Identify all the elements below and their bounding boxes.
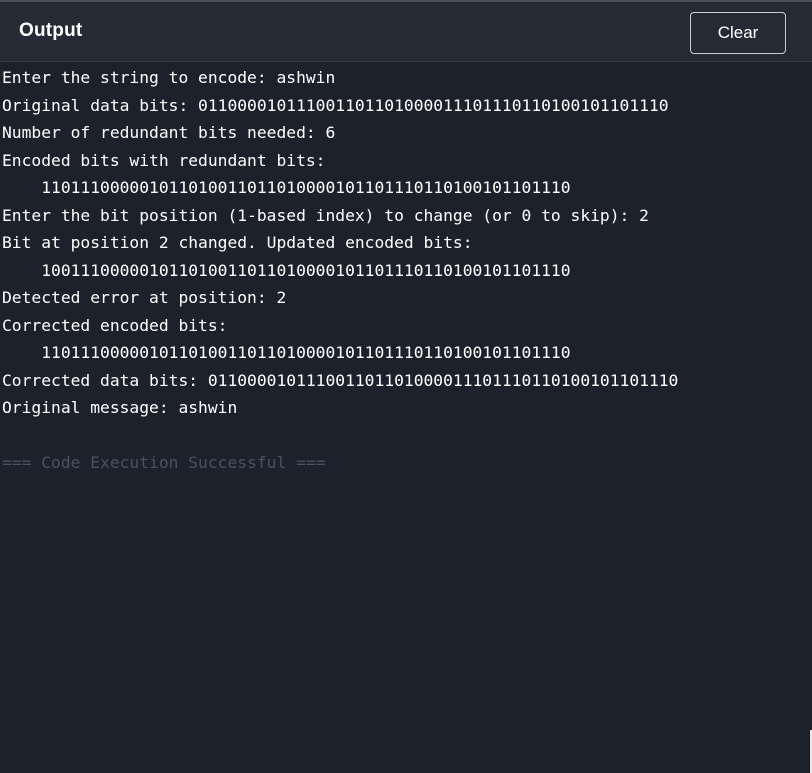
console-line: Original message: ashwin: [2, 398, 238, 417]
console-line: Number of redundant bits needed: 6: [2, 123, 336, 142]
console-line: Encoded bits with redundant bits:: [2, 150, 326, 170]
console-line: Corrected encoded bits:: [2, 315, 228, 335]
console-line: Original data bits: 01100001011100110110…: [2, 95, 669, 115]
output-panel: Output Clear Enter the string to encode:…: [0, 0, 812, 773]
console-line: Enter the bit position (1-based index) t…: [2, 205, 649, 225]
console-line: 1101110000010110100110110100001011011101…: [2, 343, 571, 362]
console-line: Detected error at position: 2: [2, 288, 287, 307]
execution-status-line: === Code Execution Successful ===: [2, 453, 326, 472]
console-line: Corrected data bits: 0110000101110011011…: [2, 370, 679, 390]
output-title: Output: [19, 20, 83, 41]
console-line: 1101110000010110100110110100001011011101…: [2, 178, 571, 197]
console-output: Enter the string to encode: ashwin Origi…: [2, 64, 812, 773]
console-line: Enter the string to encode: ashwin: [2, 68, 336, 87]
console-line: Bit at position 2 changed. Updated encod…: [2, 233, 473, 252]
output-header: Output Clear: [0, 2, 812, 62]
clear-button[interactable]: Clear: [690, 12, 786, 54]
console-line: 1001110000010110100110110100001011011101…: [2, 260, 571, 280]
